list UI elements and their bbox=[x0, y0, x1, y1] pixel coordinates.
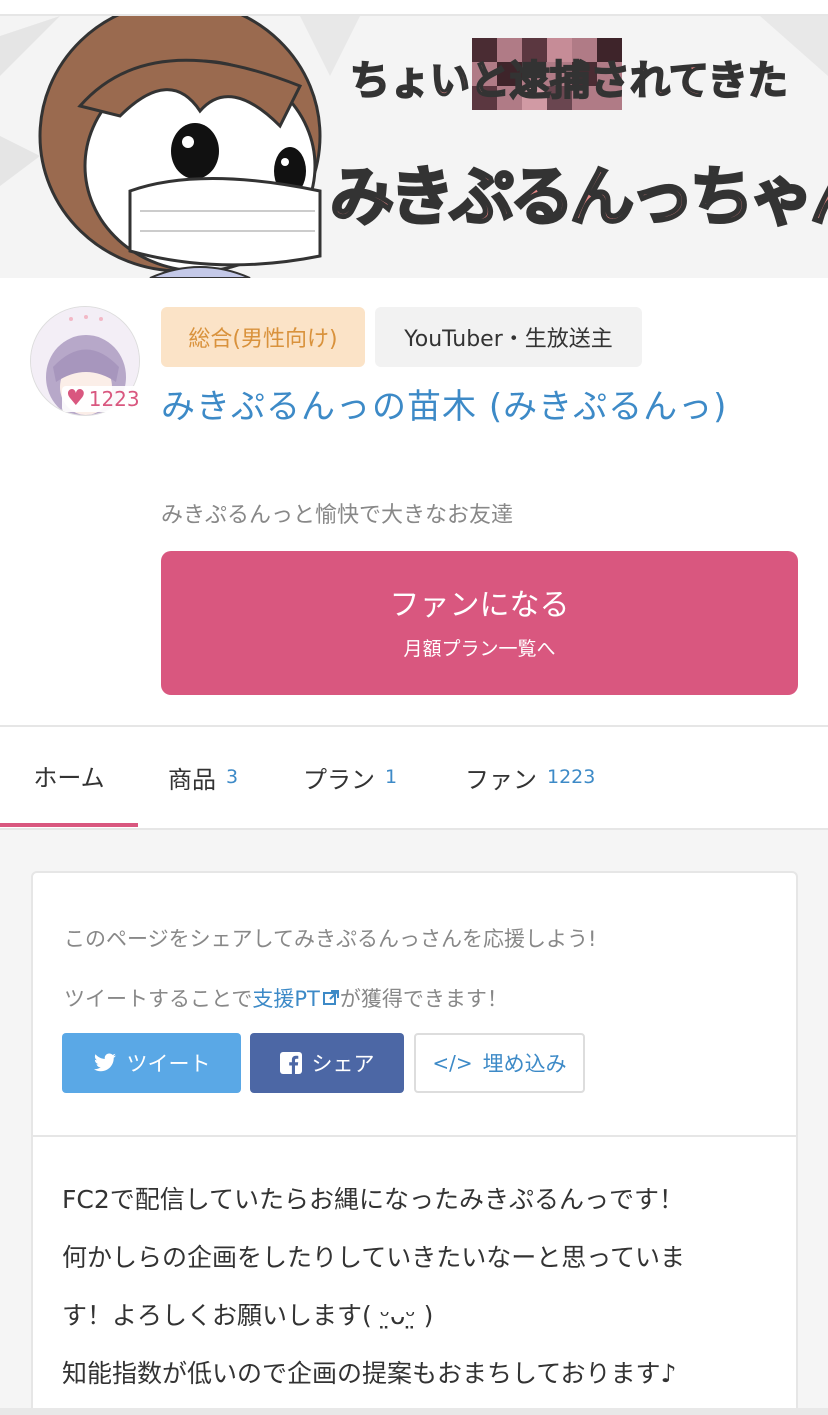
external-link-icon bbox=[322, 990, 339, 1005]
facebook-share-button[interactable]: シェア bbox=[250, 1033, 404, 1093]
banner-title: みきぷるんっちゃん bbox=[329, 160, 828, 237]
support-pt-prefix: ツイートすることで bbox=[64, 987, 253, 1011]
profile-banner: ちょいと逮捕されてきた みきぷるんっちゃん bbox=[0, 16, 828, 278]
creator-bio: FC2で配信していたらお縄になったみきぷるんっです！ 何かしらの企画をしたりして… bbox=[62, 1185, 686, 1388]
become-fan-button[interactable]: ファンになる 月額プラン一覧へ bbox=[161, 551, 798, 695]
facebook-icon bbox=[279, 1052, 302, 1074]
bottom-bar bbox=[0, 1408, 828, 1415]
tweet-button[interactable]: ツイート bbox=[62, 1033, 241, 1093]
support-pt-text: ツイートすることで 支援PT が獲得できます！ bbox=[64, 983, 508, 1013]
tab-fans[interactable]: ファン 1223 bbox=[465, 727, 595, 827]
category-tag[interactable]: 総合(男性向け) bbox=[161, 307, 365, 367]
plan-list-label: 月額プラン一覧へ bbox=[403, 637, 556, 660]
home-card: このページをシェアしてみきぷるんっさんを応援しよう! ツイートすることで 支援P… bbox=[31, 871, 798, 1415]
tab-plans-count: 1 bbox=[385, 766, 398, 788]
tab-fans-count: 1223 bbox=[547, 766, 596, 788]
tab-products[interactable]: 商品 3 bbox=[168, 727, 238, 827]
become-fan-label: ファンになる bbox=[389, 587, 570, 623]
heart-icon: ♥ bbox=[66, 386, 86, 411]
fan-count-badge: ♥ 1223 bbox=[62, 386, 144, 412]
profile-tabs: ホーム 商品 3 プラン 1 ファン 1223 bbox=[0, 727, 828, 830]
support-pt-link[interactable]: 支援PT bbox=[252, 983, 340, 1013]
banner-subtitle: ちょいと逮捕されてきた bbox=[349, 57, 789, 105]
tab-plans[interactable]: プラン 1 bbox=[303, 727, 397, 827]
tab-products-label: 商品 bbox=[168, 765, 216, 794]
tab-plans-label: プラン bbox=[303, 765, 375, 794]
embed-button[interactable]: </> 埋め込み bbox=[414, 1033, 585, 1093]
tab-products-count: 3 bbox=[226, 766, 239, 788]
embed-label: 埋め込み bbox=[482, 1052, 567, 1076]
card-divider bbox=[33, 1135, 796, 1137]
creator-name: みきぷるんっの苗木 (みきぷるんっ) bbox=[161, 387, 728, 427]
share-prompt: このページをシェアしてみきぷるんっさんを応援しよう! bbox=[64, 927, 597, 951]
tab-home[interactable]: ホーム bbox=[0, 727, 138, 827]
creator-tagline: みきぷるんっと愉快で大きなお友達 bbox=[161, 503, 514, 528]
share-label: シェア bbox=[311, 1052, 375, 1076]
tab-fans-label: ファン bbox=[465, 765, 537, 794]
support-pt-link-label: 支援PT bbox=[252, 987, 320, 1011]
code-icon: </> bbox=[432, 1051, 473, 1075]
genre-tag[interactable]: YouTuber・生放送主 bbox=[375, 307, 642, 367]
tweet-label: ツイート bbox=[126, 1052, 211, 1076]
fan-count: 1223 bbox=[88, 387, 140, 411]
tab-home-label: ホーム bbox=[33, 763, 105, 792]
twitter-bird-icon bbox=[93, 1053, 116, 1072]
support-pt-suffix: が獲得できます！ bbox=[339, 987, 508, 1011]
